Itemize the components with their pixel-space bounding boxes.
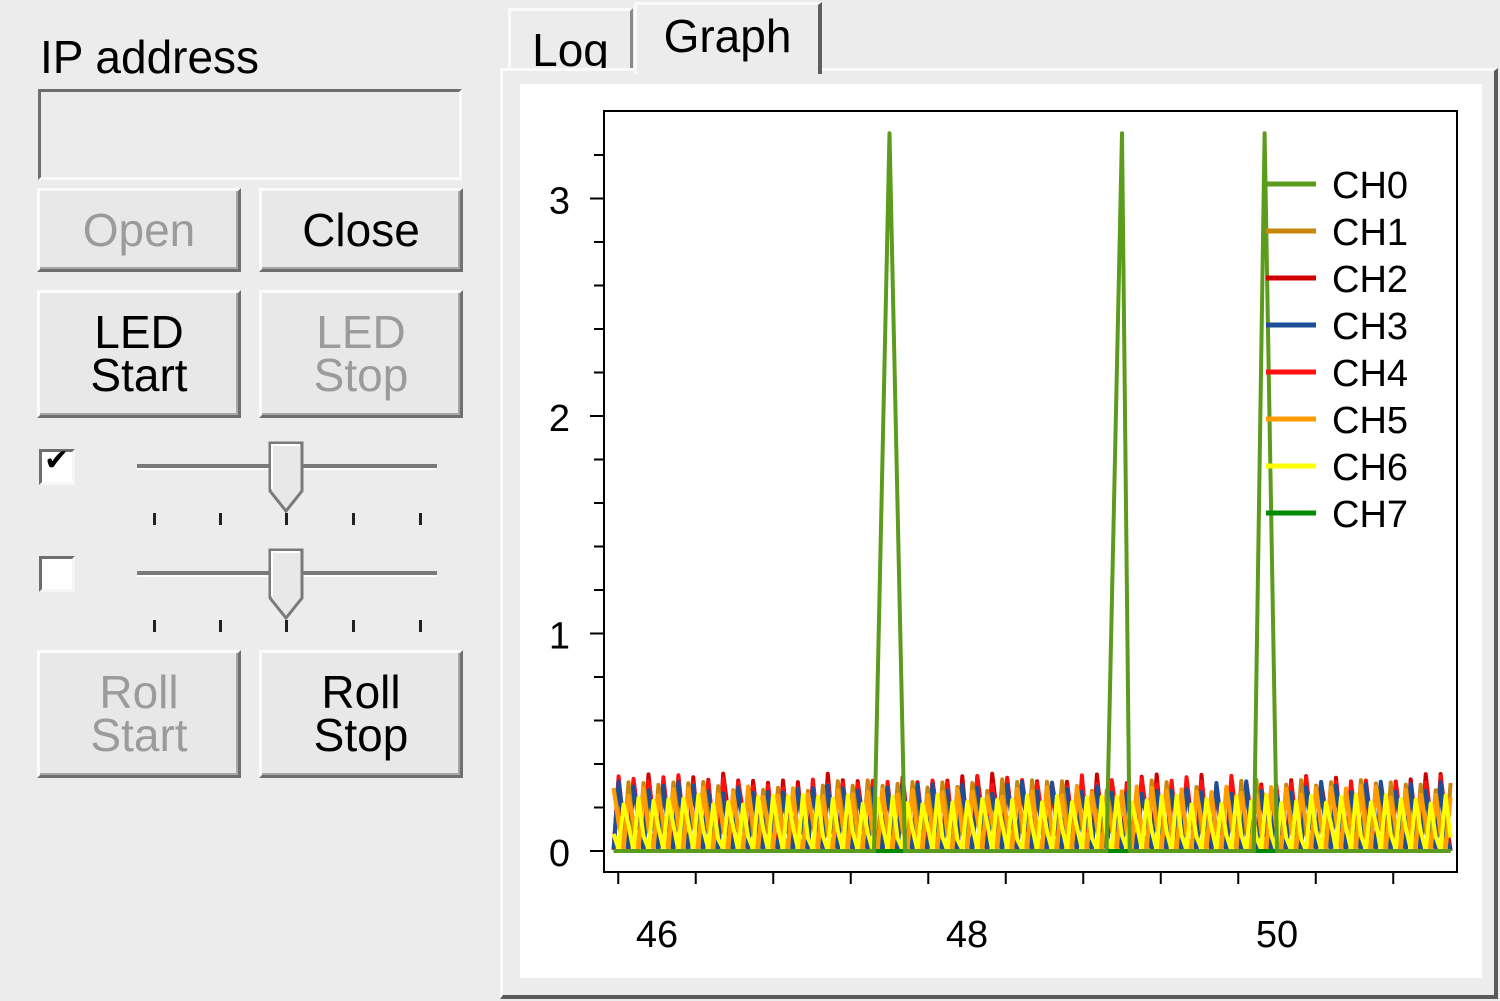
legend-label-ch7: CH7	[1332, 494, 1408, 536]
legend-label-ch1: CH1	[1332, 212, 1408, 254]
legend-label-ch5: CH5	[1332, 400, 1408, 442]
legend-label-ch0: CH0	[1332, 165, 1408, 207]
x-tick-label: 46	[636, 914, 678, 956]
tab-graph[interactable]: Graph	[634, 2, 822, 74]
x-tick-label: 48	[946, 914, 988, 956]
y-tick-label: 1	[549, 616, 570, 658]
y-tick-label: 0	[549, 833, 570, 875]
y-tick-label: 3	[549, 181, 570, 223]
legend-label-ch2: CH2	[1332, 259, 1408, 301]
legend-label-ch6: CH6	[1332, 447, 1408, 489]
x-tick-label: 50	[1256, 914, 1298, 956]
legend-label-ch3: CH3	[1332, 306, 1408, 348]
y-tick-label: 2	[549, 398, 570, 440]
plot-frame	[603, 110, 1458, 873]
signal-chart: 0 1 2 3 46 48 50 CH0 CH1 CH2 CH3 CH4 CH5 CH6 CH7	[549, 110, 1458, 956]
legend-label-ch4: CH4	[1332, 353, 1408, 395]
